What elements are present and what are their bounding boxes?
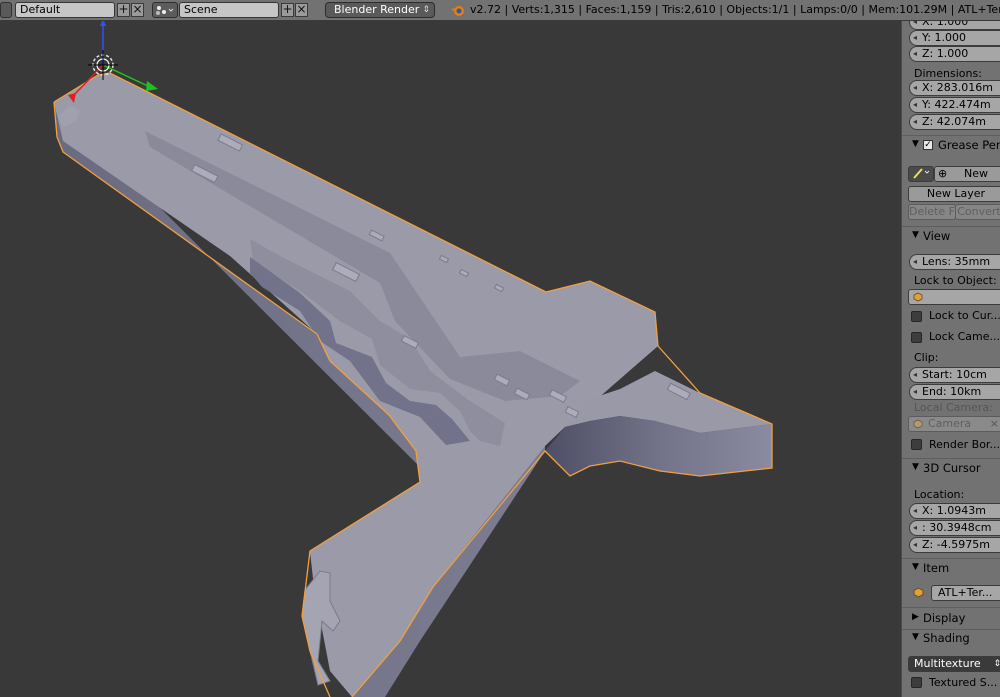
expand-triangle-icon: ▼ — [912, 139, 919, 149]
select-arrows-icon: ⇕ — [993, 657, 1000, 671]
lock-camera-label: Lock Came... — [929, 330, 1000, 343]
textured-solid-label: Textured S... — [929, 676, 998, 689]
collapsed-triangle-icon: ▶ — [912, 612, 919, 622]
dimensions-label: Dimensions: — [914, 67, 982, 80]
grease-pencil-browse-button[interactable] — [908, 166, 934, 182]
add-icon: ⊕ — [938, 167, 948, 180]
object-cube-icon — [913, 587, 924, 598]
render-border-label: Render Bor... — [929, 438, 1000, 451]
dimension-z-field[interactable]: ◂ Z: 42.074m — [909, 114, 1000, 130]
dimension-y-field[interactable]: ◂ Y: 422.474m — [909, 97, 1000, 113]
scene-geometry — [53, 21, 773, 697]
screen-layout-menu[interactable] — [0, 2, 12, 18]
cursor-z-field[interactable]: ◂ Z: -4.5975m — [909, 537, 1000, 553]
render-engine-label: Blender Render — [334, 3, 420, 16]
clear-icon[interactable]: × — [990, 417, 999, 431]
pencil-icon — [913, 168, 930, 179]
properties-region: ◂ X: 1.000 ◂ Y: 1.000 ◂ Z: 1.000 Dimensions… — [901, 21, 1000, 697]
grease-pencil-checkbox[interactable]: ✓ — [923, 140, 933, 150]
shading-mode-select[interactable]: Multitexture ⇕ — [908, 656, 1000, 672]
lock-cursor-checkbox[interactable] — [911, 311, 922, 322]
cursor-x-field[interactable]: ◂ X: 1.0943m — [909, 503, 1000, 519]
clip-start-field[interactable]: ◂ Start: 10cm — [909, 367, 1000, 383]
3d-cursor-panel-header[interactable]: ▼ 3D Cursor — [902, 459, 1000, 479]
z-axis-arrow-icon — [100, 21, 106, 26]
local-camera-label: Local Camera: — [914, 401, 993, 414]
lock-object-field[interactable] — [908, 289, 1000, 305]
y-axis-arrow-icon — [146, 81, 158, 91]
delete-scene-icon[interactable]: × — [295, 3, 308, 17]
object-name-field[interactable]: ATL+Ter... — [931, 585, 1000, 601]
lens-field[interactable]: ◂ Lens: 35mm — [909, 254, 1000, 270]
delete-screen-icon[interactable]: × — [131, 3, 144, 17]
scene-statistics: v2.72 | Verts:1,315 | Faces:1,159 | Tris… — [470, 3, 1000, 16]
view-panel-header[interactable]: ▼ View — [902, 227, 1000, 247]
lock-to-object-label: Lock to Object: — [914, 274, 997, 287]
object-cube-icon — [913, 292, 923, 302]
render-engine-select[interactable]: Blender Render ⇕ — [325, 2, 435, 18]
item-panel-header[interactable]: ▼ Item — [902, 559, 1000, 579]
clip-label: Clip: — [914, 351, 939, 364]
camera-icon — [913, 419, 923, 429]
new-layer-button[interactable]: New Layer — [908, 186, 1000, 202]
expand-triangle-icon: ▼ — [912, 562, 919, 572]
info-header: Default + × Scene + × Blender Render ⇕ v… — [0, 0, 1000, 21]
blender-logo-icon — [451, 6, 464, 16]
scale-z-field[interactable]: ◂ Z: 1.000 — [909, 46, 1000, 62]
expand-triangle-icon: ▼ — [912, 230, 919, 240]
add-scene-icon[interactable]: + — [281, 3, 294, 17]
expand-triangle-icon: ▼ — [912, 632, 919, 642]
lock-cursor-label: Lock to Cur... — [929, 309, 1000, 322]
scene-name[interactable]: Scene — [179, 2, 279, 18]
add-screen-icon[interactable]: + — [117, 3, 130, 17]
grease-pencil-new-button[interactable]: ⊕ New — [934, 166, 1000, 182]
shading-panel-header[interactable]: ▼ Shading — [902, 629, 1000, 649]
select-arrows-icon: ⇕ — [422, 5, 430, 15]
textured-solid-checkbox[interactable] — [911, 677, 922, 688]
3d-viewport[interactable] — [0, 21, 901, 697]
cursor-y-field[interactable]: ◂: 30.3948cm — [909, 520, 1000, 536]
display-panel-header[interactable]: ▶ Display — [902, 609, 1000, 629]
grease-pencil-panel-header[interactable]: ▼ ✓ Grease Pen — [902, 136, 1000, 156]
scale-x-field[interactable]: ◂ X: 1.000 — [909, 21, 1000, 30]
cursor-location-label: Location: — [914, 488, 965, 501]
delete-frame-button[interactable]: Delete F — [908, 204, 956, 220]
local-camera-field[interactable]: Camera × — [908, 416, 1000, 432]
clip-end-field[interactable]: ◂ End: 10km — [909, 384, 1000, 400]
scale-y-field[interactable]: ◂ Y: 1.000 — [909, 30, 1000, 46]
convert-button[interactable]: Convert — [955, 204, 1000, 220]
screen-layout-name[interactable]: Default — [15, 2, 115, 18]
render-border-checkbox[interactable] — [911, 439, 922, 450]
scene-icon — [156, 6, 174, 15]
lock-camera-checkbox[interactable] — [911, 332, 922, 343]
expand-triangle-icon: ▼ — [912, 462, 919, 472]
scene-menu[interactable] — [152, 2, 178, 18]
dimension-x-field[interactable]: ◂ X: 283.016m — [909, 80, 1000, 96]
